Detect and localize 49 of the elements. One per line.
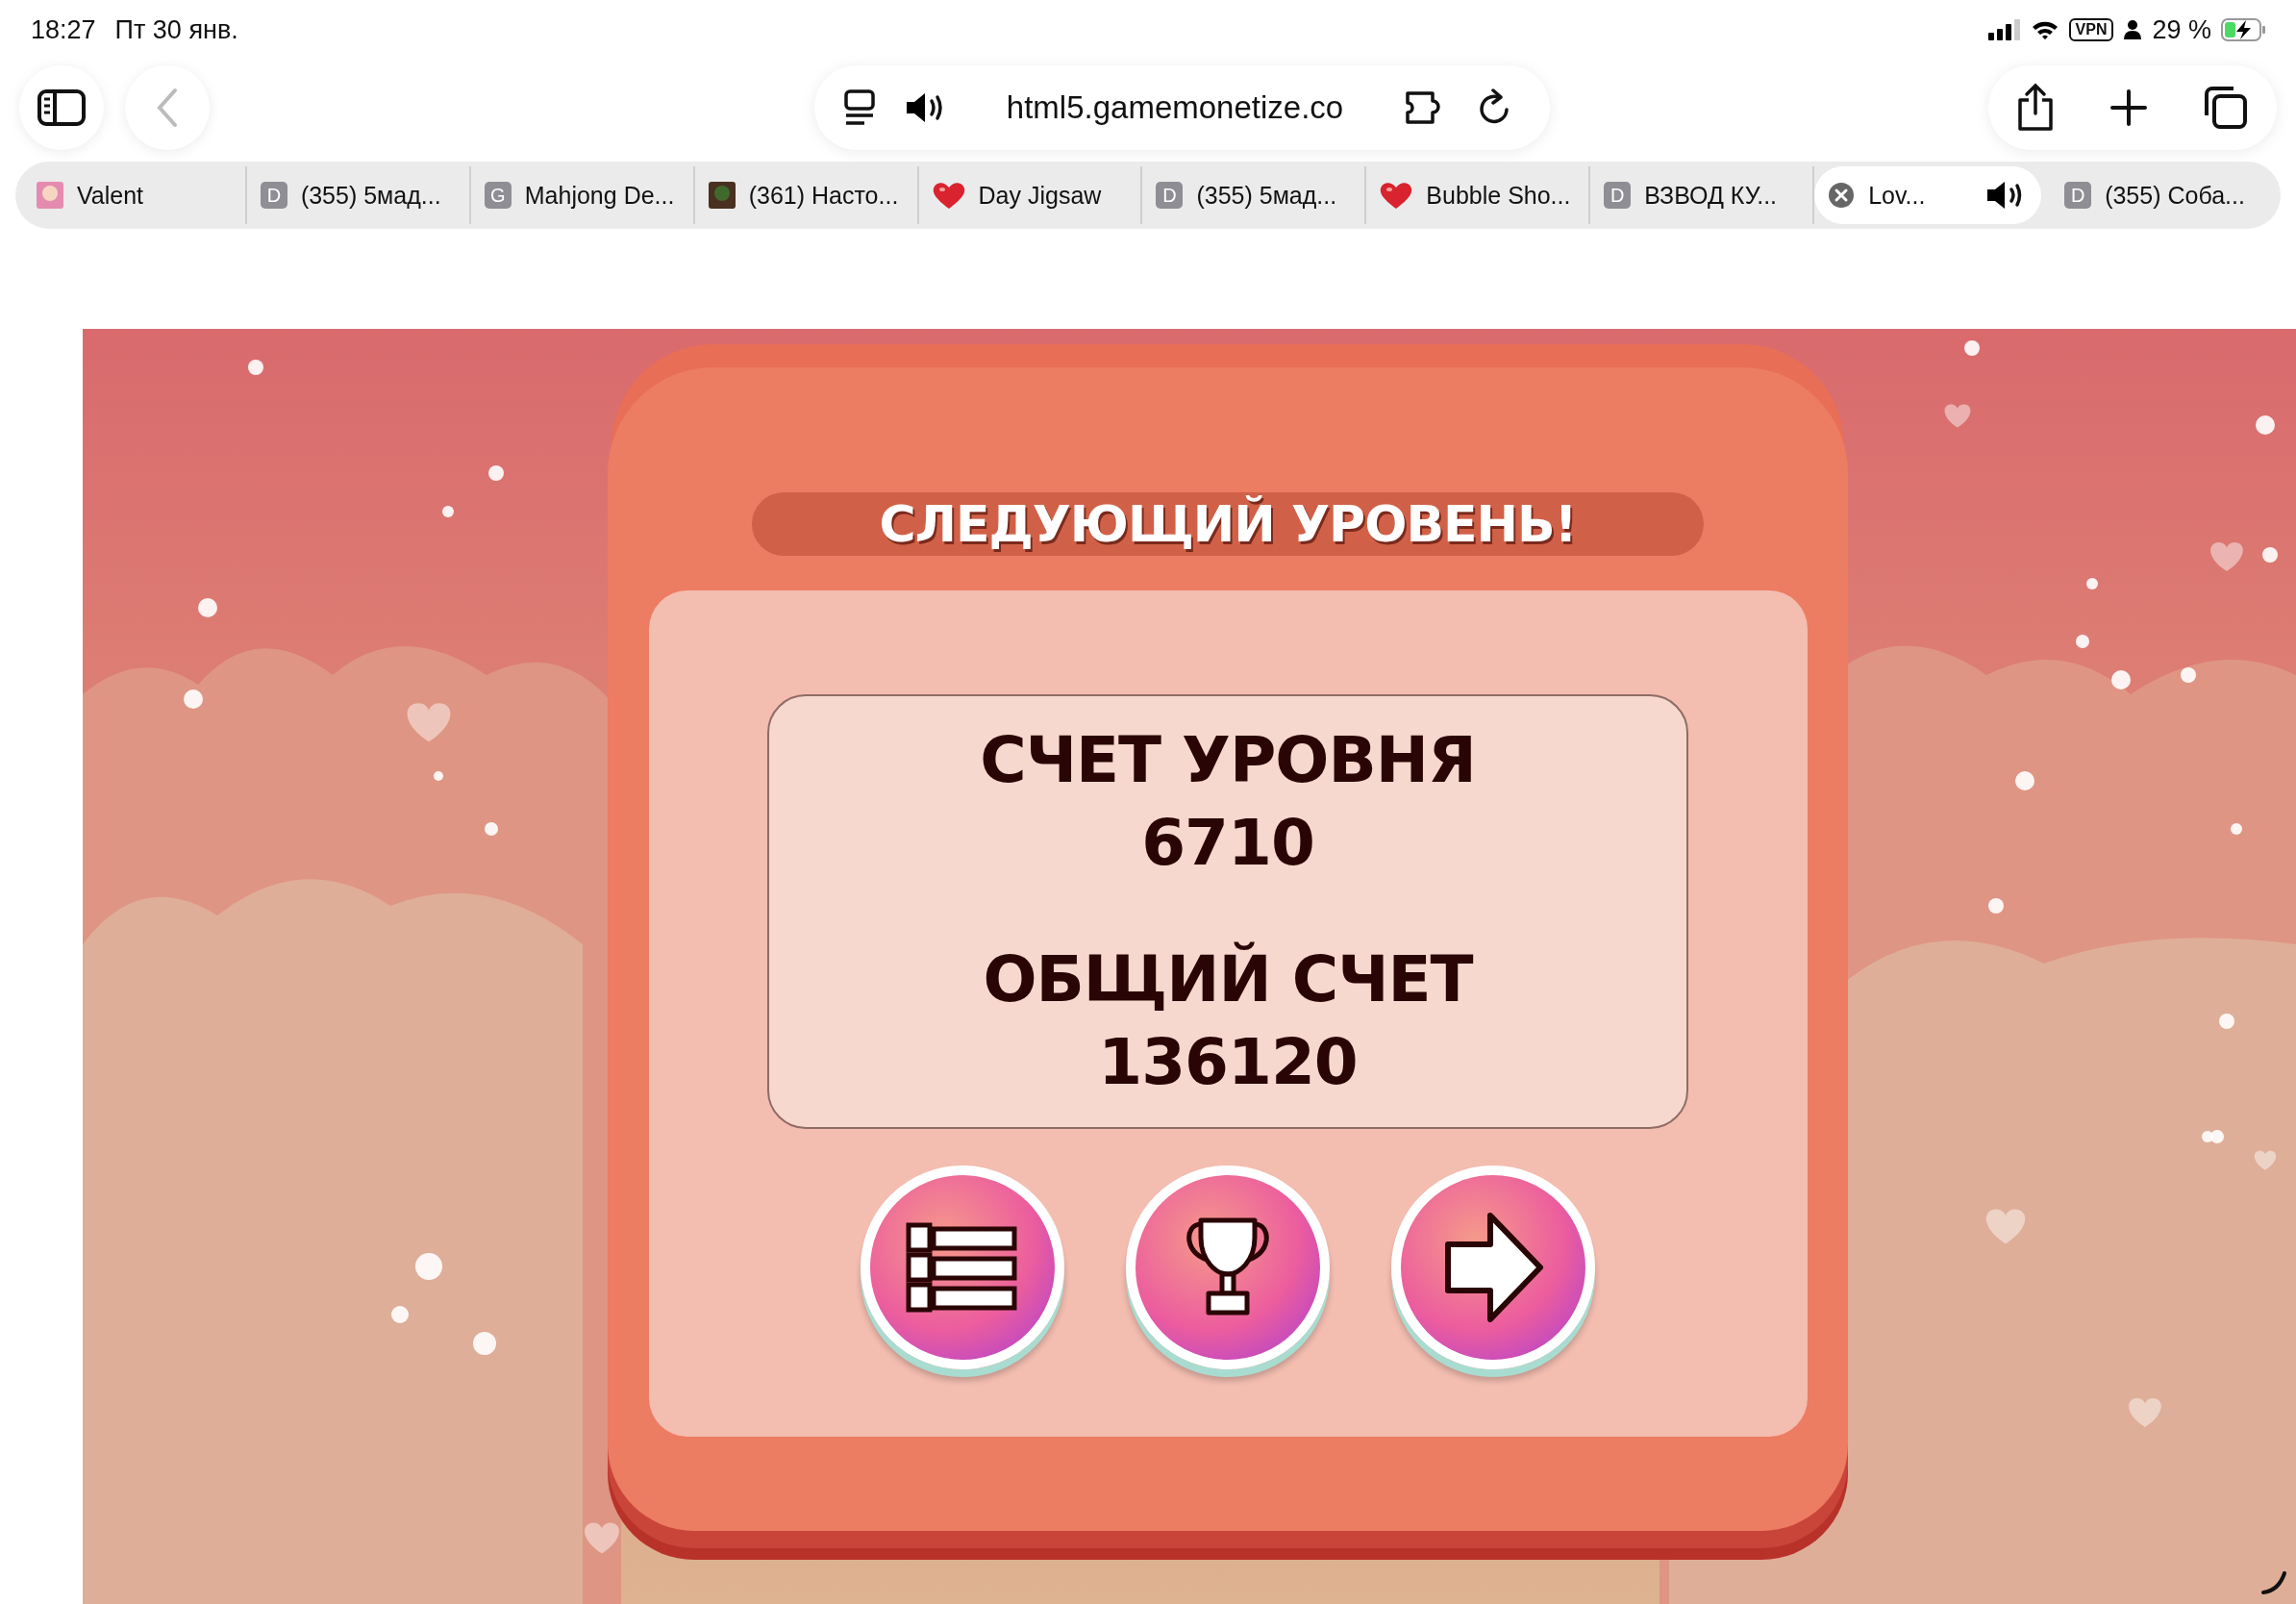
browser-tab[interactable]: Day Jigsaw [918, 166, 1143, 224]
score-value: 6710 [1141, 805, 1314, 882]
sidebar-icon[interactable] [37, 88, 87, 127]
battery-charging-icon [2221, 18, 2267, 41]
browser-tab[interactable]: Valent [23, 166, 247, 224]
browser-tab[interactable]: D (355) 5мад... [246, 166, 471, 224]
status-time: 18:27 [31, 14, 96, 45]
battery-percent: 29 % [2152, 14, 2211, 45]
browser-tab[interactable]: D (355) Соба... [2051, 166, 2273, 224]
favicon: G [484, 182, 512, 209]
close-tab-icon[interactable] [1828, 182, 1856, 209]
score-label: ОБЩИЙ СЧЕТ [983, 940, 1473, 1018]
tab-title[interactable]: (361) Насто... [748, 181, 904, 210]
browser-tab[interactable]: Lov... [1814, 166, 2042, 224]
tab-title[interactable]: (355) Соба... [2105, 181, 2259, 210]
favicon: D [1156, 182, 1184, 209]
favicon-image-icon [708, 182, 736, 209]
reader-icon[interactable] [842, 88, 876, 127]
person-icon [2123, 19, 2143, 40]
browser-tab[interactable]: (361) Насто... [694, 166, 919, 224]
favicon: D [1604, 182, 1632, 209]
tab-title[interactable]: (355) 5мад... [1196, 181, 1352, 210]
tab-title[interactable]: Valent [77, 181, 232, 210]
score-value: 136120 [1098, 1024, 1358, 1101]
new-tab-button[interactable] [2109, 88, 2148, 127]
share-button[interactable] [2015, 83, 2055, 133]
address-bar[interactable]: html5.gamemonetize.co [813, 65, 1550, 150]
browser-tab[interactable]: D (355) 5мад... [1142, 166, 1367, 224]
browser-tab[interactable]: D ВЗВОД КУ... [1590, 166, 1815, 224]
vpn-badge: VPN [2068, 18, 2114, 41]
tab-title[interactable]: Bubble Sho... [1426, 181, 1576, 210]
browser-tab[interactable]: G Mahjong De... [470, 166, 695, 224]
url-text[interactable]: html5.gamemonetize.co [975, 89, 1375, 126]
favicon: D [2064, 182, 2092, 209]
status-date: Пт 30 янв. [114, 14, 238, 45]
level-title: СЛЕДУЮЩИЙ УРОВЕНЬ! [879, 495, 1577, 553]
score-label: СЧЕТ УРОВНЯ [980, 722, 1476, 799]
heart-icon [932, 181, 965, 210]
favicon: D [260, 182, 287, 209]
tab-title[interactable]: ВЗВОД КУ... [1644, 181, 1800, 210]
tab-title[interactable]: Day Jigsaw [978, 181, 1128, 210]
signal-icon [1987, 19, 2021, 40]
favicon-image-icon [37, 182, 63, 209]
tabs-overview-button[interactable] [2203, 85, 2250, 131]
heart-icon [1380, 181, 1413, 210]
tab-title[interactable]: Mahjong De... [524, 181, 680, 210]
tab-title[interactable]: (355) 5мад... [300, 181, 456, 210]
browser-tab[interactable]: Bubble Sho... [1366, 166, 1591, 224]
tab-title[interactable]: Lov... [1868, 181, 1973, 210]
